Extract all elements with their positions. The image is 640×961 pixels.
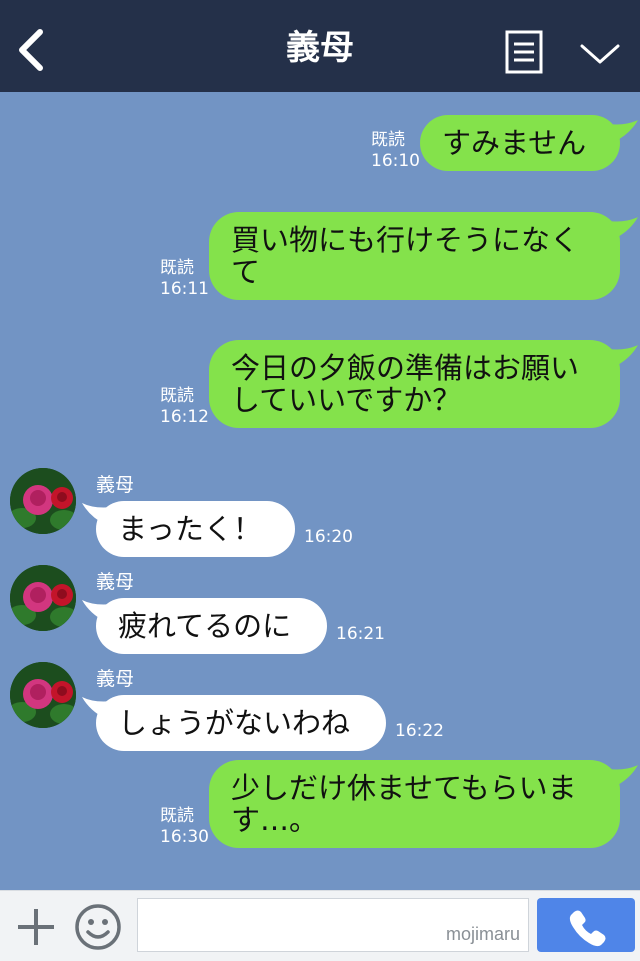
message-time: 16:21 [336,624,385,644]
message-text: しょうがないわね [118,706,351,740]
bubble-tail [608,120,638,142]
avatar[interactable] [10,662,76,728]
expand-button[interactable] [578,36,622,70]
message-time: 16:20 [304,527,353,547]
chevron-down-icon [580,44,620,64]
bubble-tail [608,765,638,787]
message-text: 今日の夕飯の準備はお願いしていいですか？ [231,351,580,417]
avatar[interactable] [10,468,76,534]
message-text: 疲れてるのに [118,609,292,643]
message-time: 16:10 [371,151,420,171]
incoming-message-bubble[interactable]: 疲れてるのに [96,598,327,654]
message-meta: 既読 16:11 [160,258,209,300]
smiley-icon [75,904,121,950]
call-button[interactable] [537,898,635,952]
add-button[interactable] [14,905,58,949]
outgoing-message-bubble[interactable]: すみません [420,115,620,171]
message-input[interactable]: mojimaru [137,898,529,952]
bubble-tail [608,345,638,367]
watermark-text: mojimaru [445,924,520,944]
message-time: 16:12 [160,407,209,427]
menu-button[interactable] [505,30,543,74]
message-meta: 既読 16:10 [371,130,420,172]
rose-avatar-icon [10,468,76,534]
incoming-message-bubble[interactable]: しょうがないわね [96,695,386,751]
bubble-tail [608,217,638,239]
message-meta: 既読 16:12 [160,386,209,428]
rose-avatar-icon [10,565,76,631]
outgoing-message-bubble[interactable]: 買い物にも行けそうになくて [209,212,620,300]
plus-icon [18,909,54,945]
outgoing-message-bubble[interactable]: 今日の夕飯の準備はお願いしていいですか？ [209,340,620,428]
message-text: 少しだけ休ませてもらいます…。 [231,771,577,837]
read-receipt: 既読 [371,130,405,150]
avatar[interactable] [10,565,76,631]
read-receipt: 既読 [160,258,194,278]
phone-icon [569,910,606,947]
message-time: 16:22 [395,721,444,741]
sender-name: 義母 [96,474,135,496]
incoming-message-bubble[interactable]: まったく！ [96,501,295,557]
message-text: まったく！ [118,512,262,546]
chat-header: 義母 [0,0,640,92]
message-meta: 既読 16:30 [160,806,209,848]
outgoing-message-bubble[interactable]: 少しだけ休ませてもらいます…。 [209,760,620,848]
menu-list-icon [505,30,543,74]
sender-name: 義母 [96,571,135,593]
read-receipt: 既読 [160,386,194,406]
message-text: すみません [442,126,587,160]
emoji-button[interactable] [74,903,122,951]
read-receipt: 既読 [160,806,194,826]
message-input-bar: mojimaru [0,890,640,961]
message-time: 16:30 [160,827,209,847]
sender-name: 義母 [96,668,135,690]
message-text: 買い物にも行けそうになくて [231,223,580,289]
message-time: 16:11 [160,279,209,299]
rose-avatar-icon [10,662,76,728]
chat-title: 義母 [286,28,354,68]
